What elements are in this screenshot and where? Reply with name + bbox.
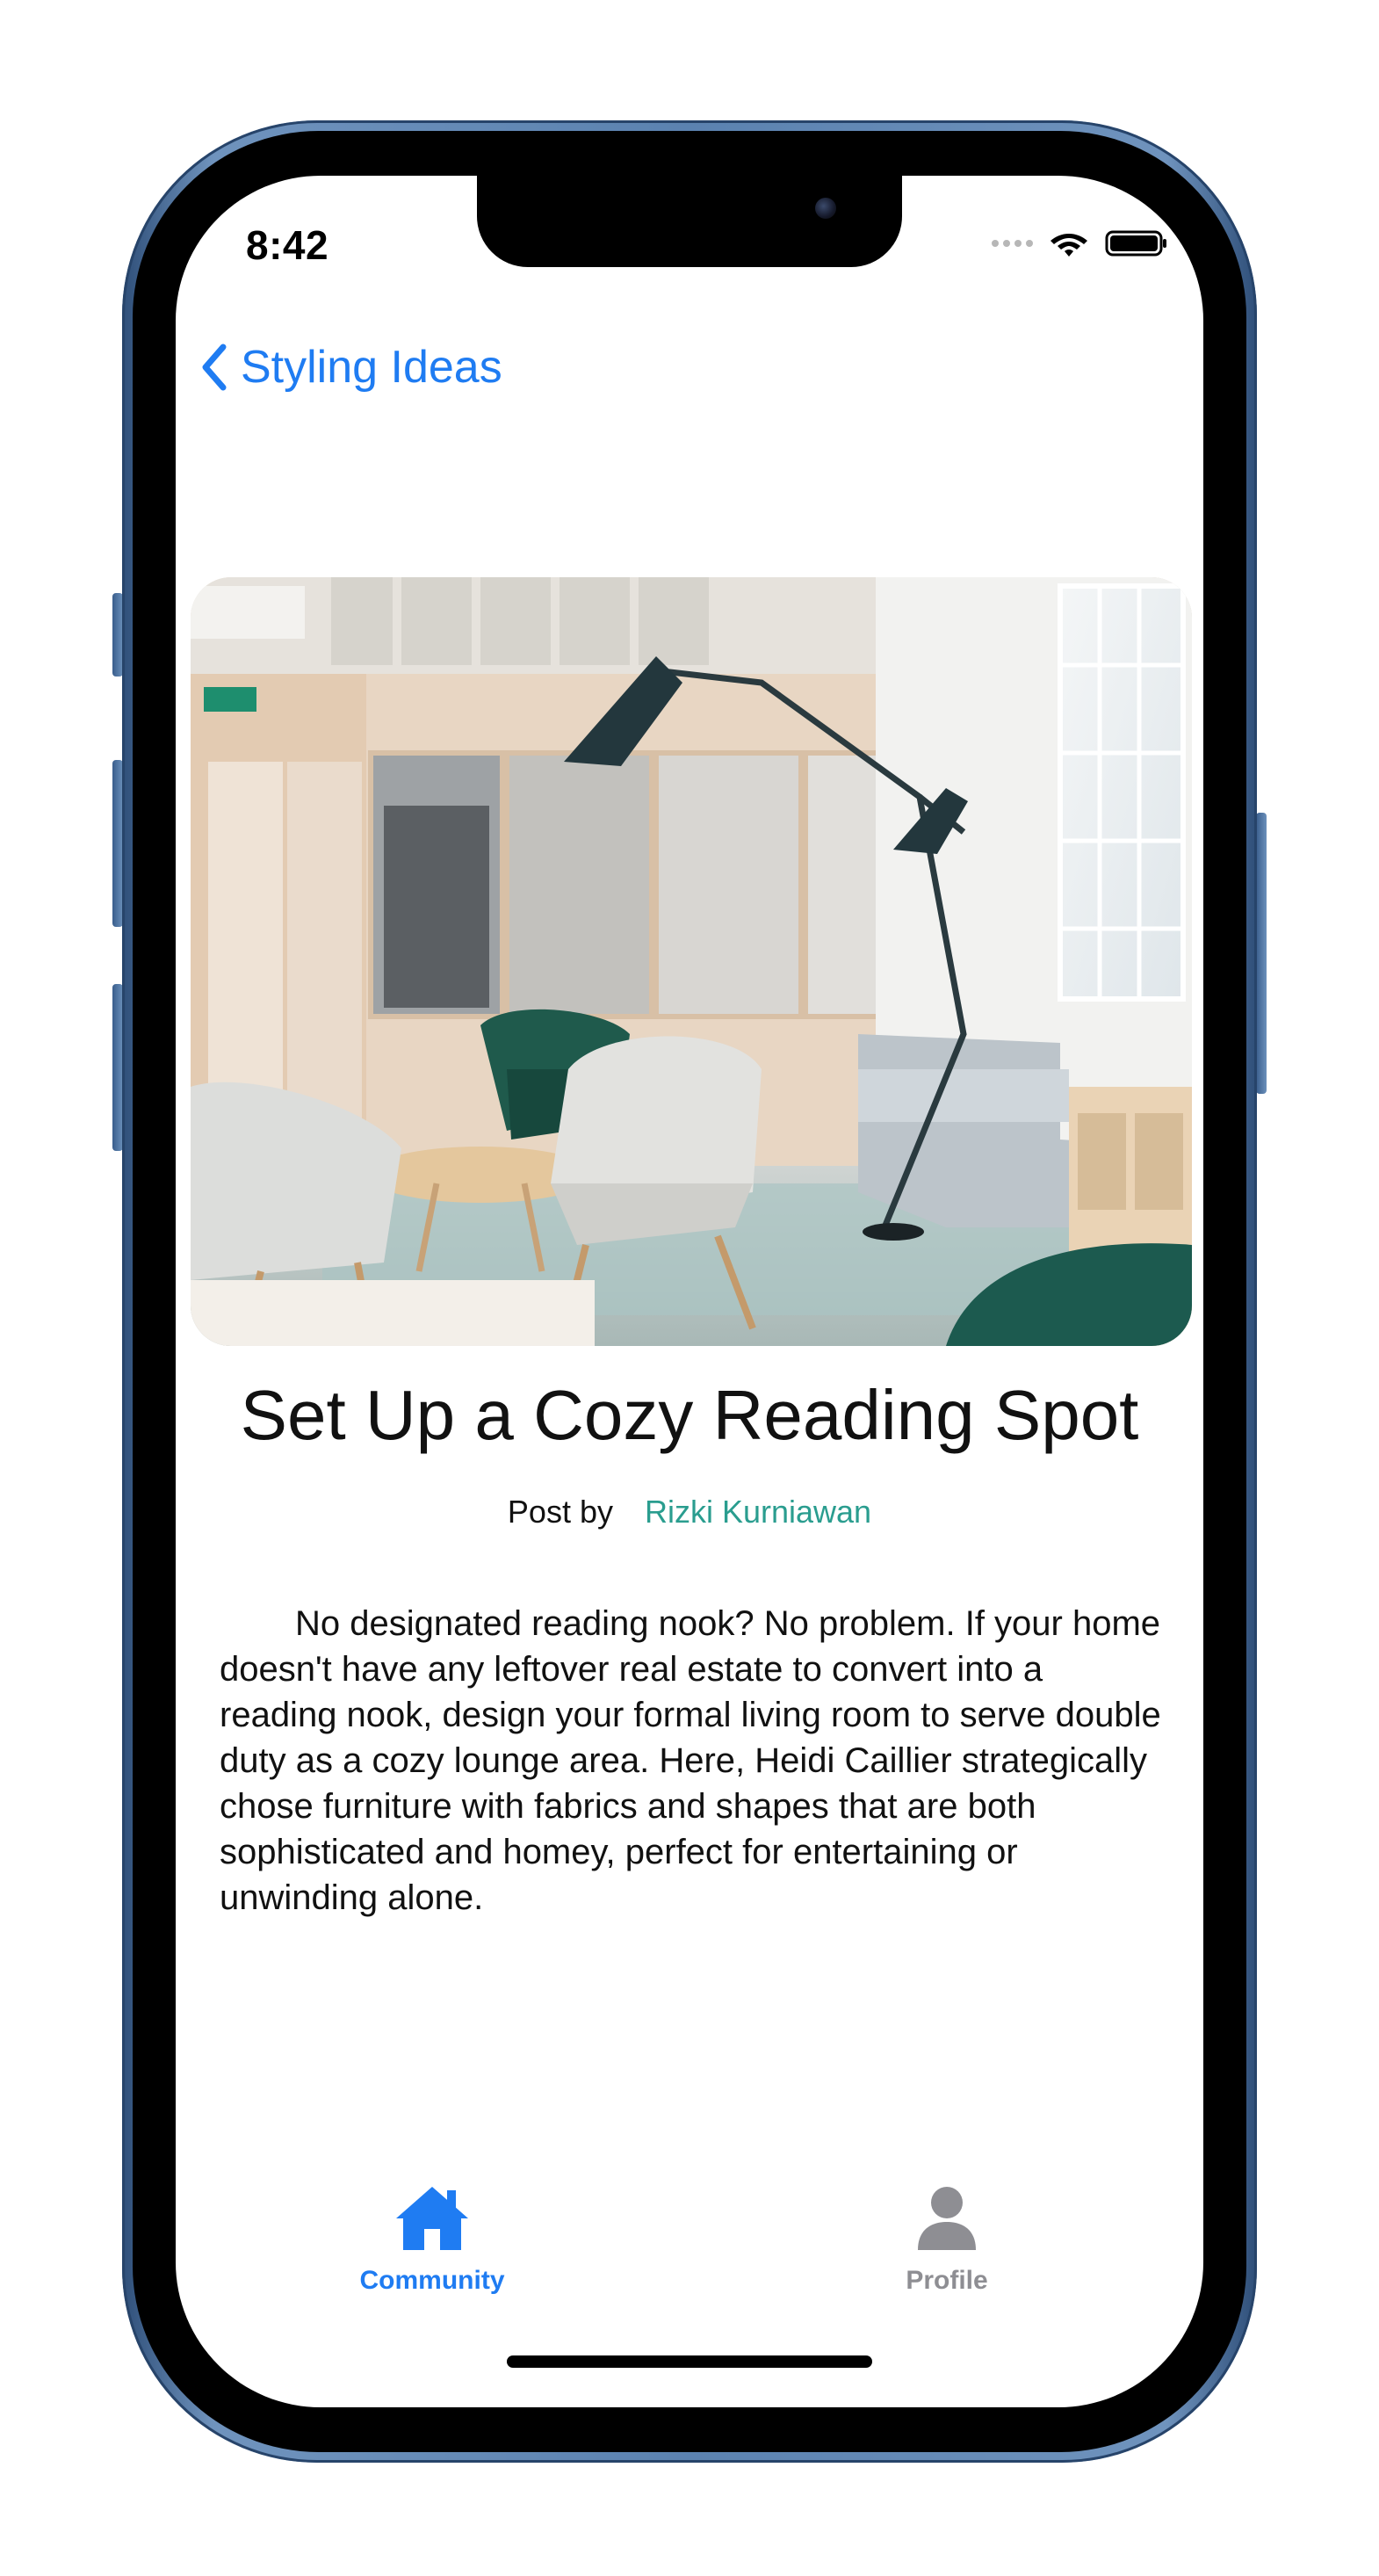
tab-profile-label: Profile (906, 2266, 988, 2295)
chevron-left-icon (202, 344, 227, 391)
wifi-icon (1050, 234, 1087, 257)
tab-profile[interactable]: Profile (815, 2183, 1079, 2296)
back-button-label: Styling Ideas (241, 342, 502, 393)
post-body: No designated reading nook? No problem. … (220, 1604, 1161, 1917)
home-indicator (507, 2355, 872, 2368)
cellular-signal-icon (992, 240, 1033, 247)
tab-community[interactable]: Community (300, 2183, 564, 2296)
post-byline: Post by Rizki Kurniawan (176, 1494, 1203, 1530)
battery-icon (1105, 230, 1166, 257)
back-button[interactable]: Styling Ideas (199, 341, 502, 394)
author-link[interactable]: Rizki Kurniawan (645, 1494, 871, 1530)
post-hero-image (191, 577, 1192, 1346)
front-camera (815, 198, 836, 219)
post-title: Set Up a Cozy Reading Spot (240, 1376, 1139, 1454)
app-screen: 8:42 Styling Ideas Set Up a Cozy Reading… (176, 176, 1203, 2407)
status-time: 8:42 (246, 222, 329, 268)
status-icons (992, 228, 1168, 258)
living-room-photo (191, 577, 1192, 1346)
tab-community-label: Community (359, 2266, 505, 2295)
notch (477, 176, 902, 267)
byline-label: Post by (507, 1494, 613, 1530)
home-icon (396, 2187, 468, 2250)
device-mockup: 8:42 Styling Ideas Set Up a Cozy Reading… (0, 0, 1379, 2576)
power-button (1256, 813, 1267, 1094)
person-icon (918, 2187, 976, 2250)
tab-bar: Community Profile (176, 2183, 1203, 2297)
